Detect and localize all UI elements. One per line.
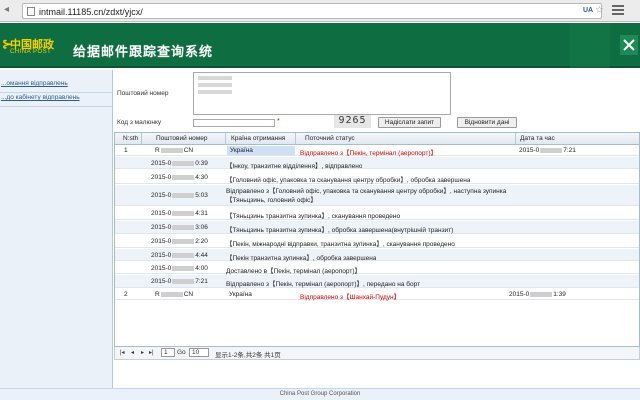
- menu-icon[interactable]: [612, 5, 624, 15]
- table-row[interactable]: 2 R CN Україна Відправлено з【Шанхай-Пудун…: [115, 289, 639, 301]
- date-time: 2015-0 1:39: [509, 291, 566, 298]
- detail-row: 2015-0 7:21 Відправлено з【Пекін, термінал…: [115, 275, 639, 288]
- reset-button[interactable]: Відновити дані: [457, 117, 517, 128]
- site-header: ⊱ 中国邮政 CHINA POST 给据邮件跟踪查询系统: [0, 23, 640, 68]
- results-table: N:sth Поштовий номер Країна отримання По…: [114, 132, 640, 347]
- language-badge[interactable]: UA: [583, 7, 593, 14]
- detail-time: 2015-0 3:06: [151, 224, 208, 231]
- detail-text: Доставлено в【Пекін, термінал (аеропорт)】: [226, 268, 362, 275]
- country: Україна: [229, 291, 252, 298]
- detail-time: 2015-0 4:00: [151, 265, 208, 272]
- tracking-number-label: Поштовий номер: [117, 90, 169, 97]
- table-row[interactable]: 1 R CN Україна Відправлено з【Пекін, термі…: [115, 146, 639, 157]
- site-footer: China Post Group Corporation: [0, 388, 640, 400]
- country: Україна: [227, 146, 295, 155]
- page-size-select[interactable]: 10: [189, 348, 209, 357]
- blurred-value: [198, 76, 232, 80]
- detail-text: Відправлено з【Пекін, термінал (аеропорт)…: [226, 281, 421, 288]
- footer-text: China Post Group Corporation: [279, 391, 361, 397]
- header-tracking[interactable]: Поштовий номер: [156, 135, 207, 142]
- detail-row: 2015-0 5:03 Відправлено з【Головний офіс, …: [115, 185, 639, 206]
- page-icon: [27, 7, 35, 16]
- detail-time: 2015-0 7:21: [151, 278, 208, 285]
- row-number: 1: [124, 147, 128, 154]
- blurred-value: [198, 90, 232, 94]
- sidebar-item-cabinet[interactable]: ...до кабінету відправлень: [0, 94, 112, 107]
- back-arrow-icon[interactable]: ◂: [4, 4, 9, 15]
- detail-row: 2015-0 2:20 【Пекін, міжнародні відправки,…: [115, 235, 639, 248]
- china-post-logo-icon: ⊱: [2, 37, 13, 51]
- address-bar[interactable]: intmail.11185.cn/zdxt/yjcx/ UA ☆: [22, 3, 604, 19]
- detail-time: 2015-0 0:39: [151, 160, 208, 167]
- detail-row: 2015-0 0:39 【Інкоу, транзитне відділення】…: [115, 157, 639, 170]
- last-page-icon[interactable]: ▸|: [149, 349, 154, 356]
- header-country[interactable]: Країна отримання: [231, 135, 285, 142]
- pager-summary: 显示1-2条,共2条 共1页: [215, 352, 281, 359]
- detail-text: 【Тяньцзинь транзитна зупинка】, скануванн…: [226, 213, 401, 220]
- detail-text: 【Пекін транзитна зупинка】, обробка завер…: [226, 255, 377, 262]
- row-number: 2: [124, 291, 128, 298]
- submit-button[interactable]: Надіслати запит: [378, 117, 441, 128]
- detail-row: 2015-0 4:44 【Пекін транзитна зупинка】, об…: [115, 249, 639, 262]
- current-status: Відправлено з【Шанхай-Пудун】: [300, 294, 401, 301]
- captcha-input[interactable]: [193, 119, 275, 127]
- first-page-icon[interactable]: |◂: [120, 349, 125, 356]
- detail-text: 【Пекін, міжнародні відправки, транзитна …: [226, 241, 455, 248]
- detail-time: 2015-0 2:20: [151, 238, 208, 245]
- query-form: Поштовий номер Код з малюнку * 9265 Наді…: [114, 70, 640, 130]
- detail-row: 2015-0 4:31 【Тяньцзинь транзитна зупинка】…: [115, 207, 639, 220]
- detail-time: 2015-0 4:30: [151, 174, 208, 181]
- sidebar-item-tracking[interactable]: ...омання відправлень: [0, 80, 112, 93]
- sidebar: ...омання відправлень ...до кабінету від…: [0, 70, 113, 400]
- captcha-image[interactable]: 9265: [334, 115, 371, 128]
- browser-toolbar: ◂ intmail.11185.cn/zdxt/yjcx/ UA ☆: [0, 0, 640, 22]
- header-num[interactable]: N:sth: [123, 135, 138, 142]
- detail-row: 2015-0 3:06 【Тяньцзинь транзитна зупинка】…: [115, 221, 639, 234]
- captcha-label: Код з малюнку: [117, 119, 162, 126]
- required-marker: *: [277, 118, 280, 125]
- detail-text: 【Тяньцзинь транзитна зупинка】, обробка з…: [226, 227, 454, 234]
- prev-page-icon[interactable]: ◂: [131, 349, 134, 356]
- tracking-number-textarea[interactable]: [193, 72, 451, 115]
- page-number-input[interactable]: 1: [161, 348, 175, 357]
- detail-row: 2015-0 4:30 【Головний офіс, упаковка та с…: [115, 170, 639, 184]
- tracking-number: R CN: [155, 147, 194, 154]
- blurred-value: [198, 83, 232, 87]
- site-title: 给据邮件跟踪查询系统: [73, 45, 214, 60]
- url-text[interactable]: intmail.11185.cn/zdxt/yjcx/: [39, 7, 143, 17]
- header-decoration-icon: [570, 23, 638, 68]
- detail-time: 2015-0 4:44: [151, 252, 208, 259]
- detail-row: 2015-0 4:00 Доставлено в【Пекін, термінал …: [115, 262, 639, 275]
- tracking-number: R CN: [155, 291, 194, 298]
- detail-text: Відправлено з【Головний офіс, упаковка та…: [226, 188, 507, 204]
- header-status[interactable]: Поточний статус: [305, 135, 355, 142]
- table-header: N:sth Поштовий номер Країна отримання По…: [115, 133, 639, 145]
- date-time: 2015-0 7:21: [519, 147, 576, 154]
- current-status: Відправлено з【Пекін, термінал (аеропорт)…: [300, 150, 438, 157]
- detail-time: 2015-0 4:31: [151, 210, 208, 217]
- logo-english: CHINA POST: [10, 49, 52, 55]
- pagination-bar: |◂ ◂ ▸ ▸| 1 Go 10 显示1-2条,共2条 共1页: [114, 347, 640, 360]
- header-datetime[interactable]: Дата та час: [520, 135, 555, 142]
- go-button[interactable]: Go: [177, 349, 186, 356]
- detail-time: 2015-0 5:03: [151, 192, 208, 199]
- detail-text: 【Головний офіс, упаковка та сканування ц…: [226, 177, 471, 184]
- next-page-icon[interactable]: ▸: [141, 349, 144, 356]
- bookmark-star-icon[interactable]: ☆: [595, 5, 604, 16]
- detail-text: 【Інкоу, транзитне відділення】, відправле…: [226, 163, 363, 170]
